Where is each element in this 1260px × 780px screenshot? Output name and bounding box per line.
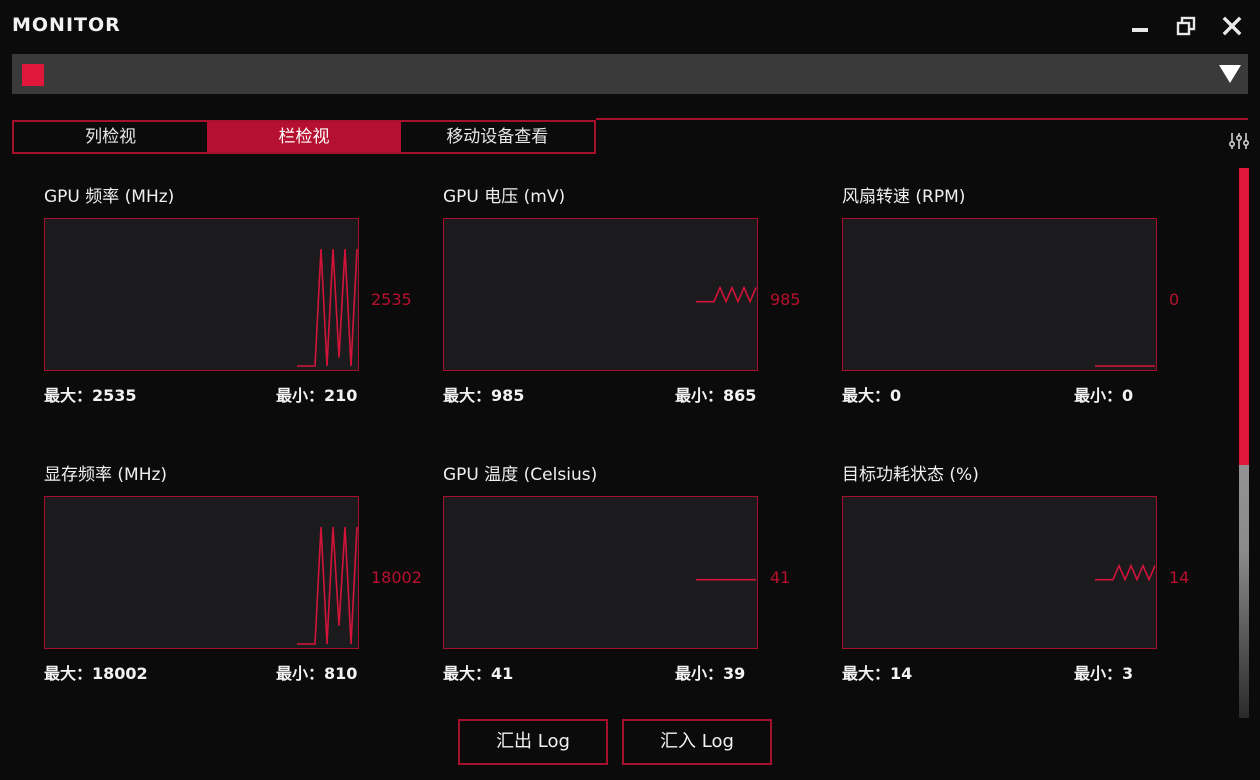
tab-rule-line [596, 118, 1248, 120]
metric-card-fan-speed: 风扇转速 (RPM) 0 最大：0 最小：0 [842, 182, 1222, 412]
export-log-button[interactable]: 汇出 Log [458, 719, 608, 765]
metric-current-value: 18002 [371, 568, 422, 587]
metric-title: 显存频率 (MHz) [44, 465, 168, 485]
settings-button[interactable] [1228, 131, 1250, 151]
metric-max-label: 最大：14 [842, 664, 913, 683]
metric-min-label: 最小：810 [276, 664, 358, 683]
close-button[interactable] [1220, 14, 1244, 38]
metric-graph-line [696, 285, 757, 304]
restore-button[interactable] [1174, 14, 1198, 38]
metric-graph-line [696, 578, 756, 581]
metric-sparkline [297, 248, 358, 367]
minimize-button[interactable] [1128, 14, 1152, 38]
metric-min-label: 最小：0 [1074, 386, 1134, 405]
metric-sparkline [1095, 563, 1156, 582]
metric-graph [44, 218, 359, 371]
metric-sparkline [696, 285, 757, 304]
metric-current-value: 2535 [371, 290, 412, 309]
scrollbar-thumb[interactable] [1239, 168, 1249, 465]
metric-graph [842, 218, 1157, 371]
sliders-icon [1228, 133, 1250, 149]
metric-card-memory-clock: 显存频率 (MHz) 18002 最大：18002 最小：810 [44, 460, 424, 690]
metric-graph [443, 496, 758, 649]
metric-graph [44, 496, 359, 649]
view-tabs: 列检视 栏检视 移动设备查看 [12, 120, 596, 154]
metric-card-gpu-voltage: GPU 电压 (mV) 985 最大：985 最小：865 [443, 182, 823, 412]
vertical-scrollbar[interactable] [1239, 168, 1249, 718]
metric-min-label: 最小：39 [675, 664, 746, 683]
tab-mobile-view[interactable]: 移动设备查看 [401, 122, 594, 152]
metric-card-gpu-clock: GPU 频率 (MHz) 2535 最大：2535 最小：210 [44, 182, 424, 412]
tab-list-view[interactable]: 列检视 [14, 122, 207, 152]
metric-graph [443, 218, 758, 371]
metric-current-value: 14 [1169, 568, 1190, 587]
metric-card-power-target: 目标功耗状态 (%) 14 最大：14 最小：3 [842, 460, 1222, 690]
metric-card-gpu-temperature: GPU 温度 (Celsius) 41 最大：41 最小：39 [443, 460, 823, 690]
metric-max-label: 最大：41 [443, 664, 514, 683]
metric-min-label: 最小：865 [675, 386, 757, 405]
metric-title: GPU 温度 (Celsius) [443, 465, 598, 485]
metric-max-label: 最大：2535 [44, 386, 137, 405]
metric-current-value: 0 [1169, 290, 1180, 309]
metric-max-label: 最大：0 [842, 386, 902, 405]
metric-min-label: 最小：3 [1074, 664, 1134, 683]
app-title: MONITOR [12, 14, 121, 36]
device-selector-dropdown[interactable] [12, 54, 1248, 94]
metric-title: GPU 频率 (MHz) [44, 187, 175, 207]
import-log-button[interactable]: 汇入 Log [622, 719, 772, 765]
metric-graph-line [1095, 365, 1155, 367]
metric-title: 风扇转速 (RPM) [842, 187, 966, 207]
metric-title: 目标功耗状态 (%) [842, 465, 979, 485]
close-icon [1222, 16, 1242, 36]
metric-graph-line [297, 526, 358, 645]
metric-max-label: 最大：18002 [44, 664, 148, 683]
metric-graph [842, 496, 1157, 649]
device-color-swatch [22, 64, 44, 86]
restore-icon [1176, 16, 1196, 36]
metric-graph-line [1095, 563, 1156, 582]
minimize-icon [1132, 28, 1148, 32]
tab-column-view[interactable]: 栏检视 [207, 122, 401, 152]
dropdown-arrow-icon [1219, 65, 1241, 83]
metric-graph-line [297, 248, 358, 367]
metric-sparkline [297, 526, 358, 645]
metric-current-value: 41 [770, 568, 791, 587]
metric-max-label: 最大：985 [443, 386, 525, 405]
metric-min-label: 最小：210 [276, 386, 358, 405]
metric-current-value: 985 [770, 290, 801, 309]
title-bar: MONITOR [0, 0, 1260, 54]
metric-title: GPU 电压 (mV) [443, 187, 566, 207]
